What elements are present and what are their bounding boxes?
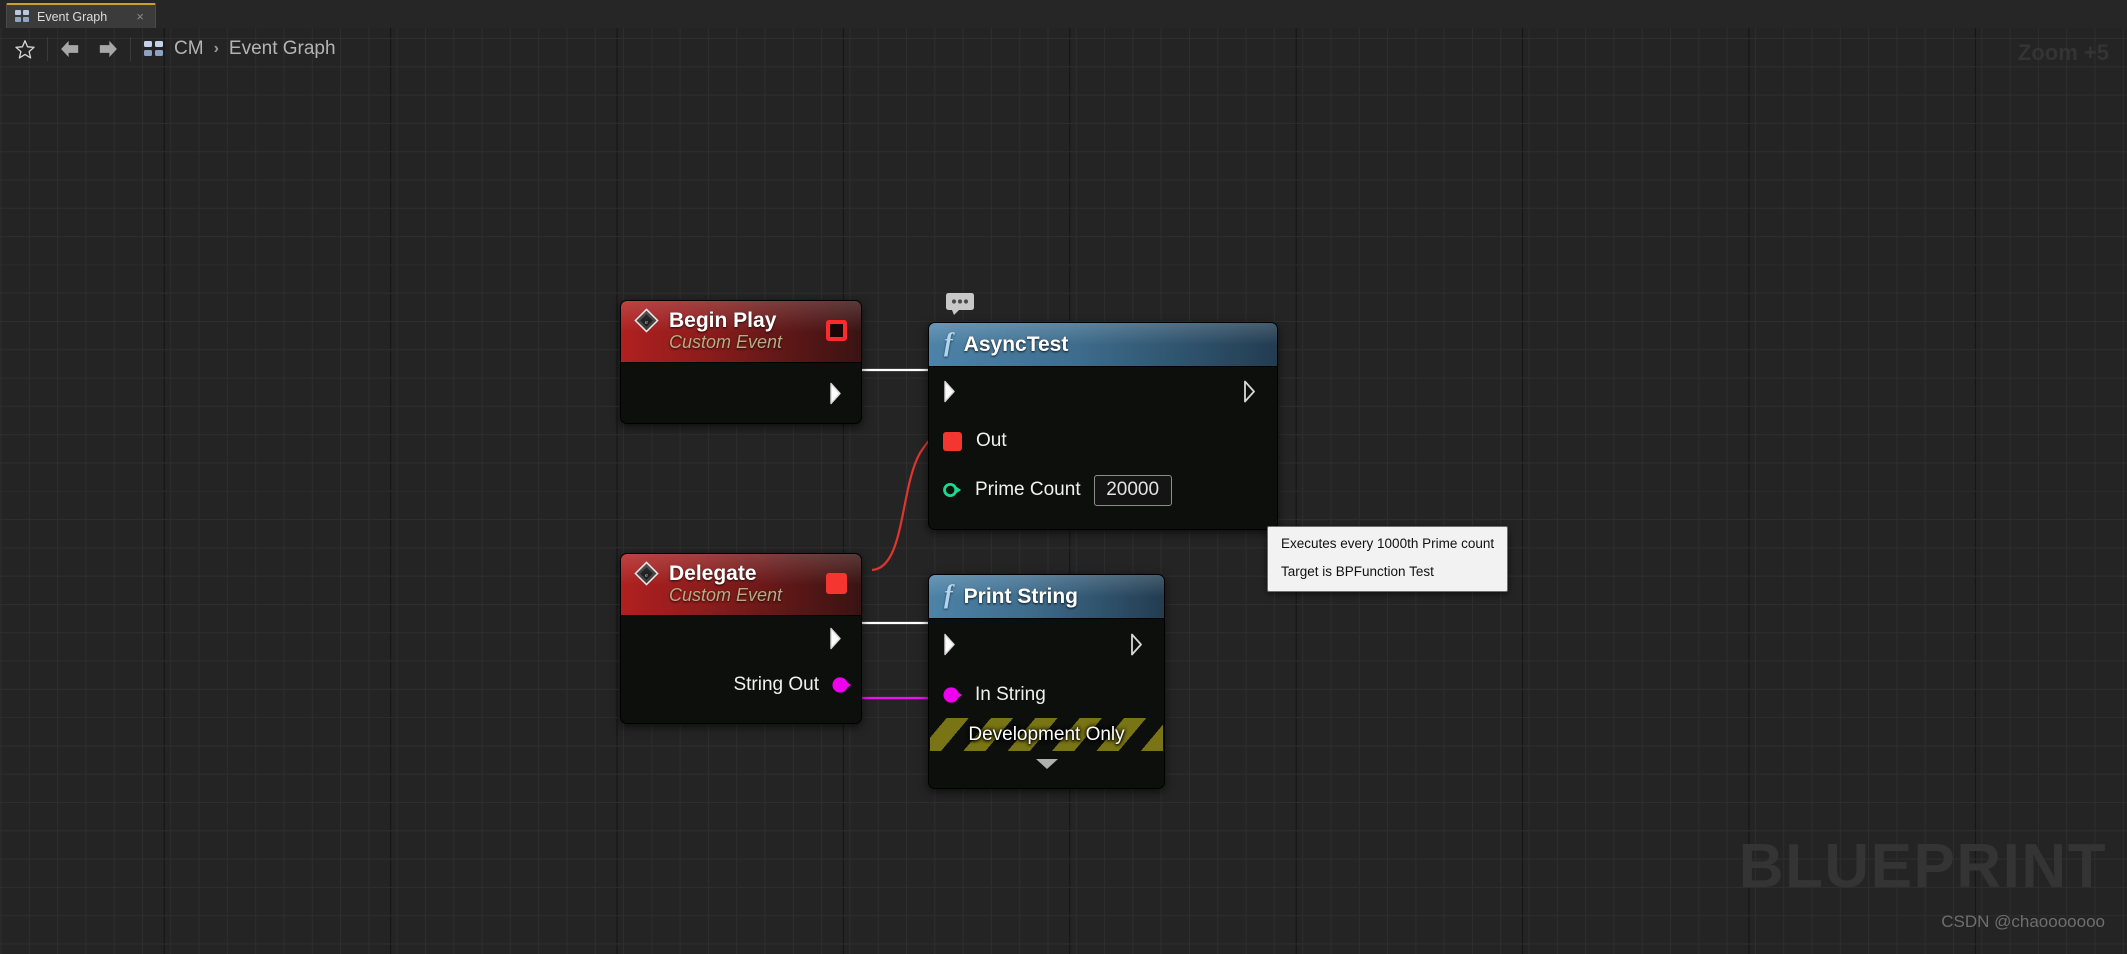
development-only-label: Development Only [968, 723, 1125, 745]
close-icon[interactable]: × [133, 8, 147, 25]
pin-string-output[interactable] [831, 675, 851, 695]
chevron-down-icon [1035, 759, 1058, 769]
comment-bubble-icon[interactable] [945, 292, 975, 315]
function-icon: f [944, 580, 953, 609]
node-begin-play[interactable]: e Begin Play Custom Event [620, 300, 862, 424]
node-subtitle: Custom Event [669, 585, 783, 605]
node-delegate[interactable]: e Delegate Custom Event String Out [620, 553, 862, 724]
toolbar-divider [47, 37, 48, 61]
chevron-right-icon: › [213, 40, 219, 57]
blueprint-graph-canvas[interactable]: e Begin Play Custom Event f AsyncTest Ou… [0, 28, 2127, 954]
tooltip: Executes every 1000th Prime count Target… [1267, 526, 1509, 592]
toolbar: CM › Event Graph [0, 28, 2127, 70]
credit-text: CSDN @chaooooooo [1941, 912, 2105, 931]
node-asynctest[interactable]: f AsyncTest Out Prime Count 20000 [928, 322, 1278, 530]
tooltip-line-2: Target is BPFunction Test [1281, 563, 1434, 579]
node-title: Delegate [669, 561, 757, 585]
event-diamond-icon: e [634, 561, 659, 586]
tab-label: Event Graph [37, 9, 108, 24]
pin-exec-output[interactable] [1243, 380, 1263, 403]
node-title: Print String [963, 584, 1079, 608]
event-diamond-icon: e [634, 308, 659, 333]
back-button[interactable] [51, 30, 89, 68]
pin-exec-input[interactable] [943, 633, 963, 656]
pin-label-in-string: In String [975, 683, 1046, 705]
node-body [621, 363, 861, 423]
breadcrumb-current[interactable]: Event Graph [229, 38, 336, 60]
function-icon: f [944, 328, 953, 357]
node-header: f Print String [929, 575, 1164, 619]
node-body: String Out [621, 616, 861, 723]
forward-button[interactable] [89, 30, 127, 68]
node-header: e Begin Play Custom Event [621, 301, 861, 363]
svg-text:e: e [645, 572, 648, 579]
pin-exec-output[interactable] [829, 382, 849, 405]
zoom-level-label: Zoom +5 [2017, 40, 2109, 65]
node-print-string[interactable]: f Print String In String Development Onl… [928, 574, 1165, 789]
node-body: Out Prime Count 20000 [929, 367, 1277, 515]
node-body: In String Development Only [929, 619, 1164, 777]
breadcrumb: CM › Event Graph [144, 38, 336, 60]
tooltip-line-1: Executes every 1000th Prime count [1281, 536, 1495, 551]
toolbar-divider-2 [130, 37, 131, 61]
star-icon [15, 39, 35, 59]
svg-text:e: e [645, 319, 648, 326]
breadcrumb-root[interactable]: CM [174, 38, 204, 60]
pin-delegate-output[interactable] [826, 573, 847, 594]
pin-in-string-input[interactable] [942, 685, 962, 705]
tab-event-graph[interactable]: Event Graph × [6, 3, 156, 28]
favorite-button[interactable] [6, 30, 44, 68]
graph-icon [144, 40, 164, 58]
node-title: AsyncTest [963, 332, 1069, 356]
arrow-left-icon [61, 40, 79, 58]
expand-node-button[interactable] [929, 751, 1164, 777]
graph-icon [15, 10, 30, 23]
pin-label-string-out: String Out [733, 674, 819, 695]
node-title: Begin Play [669, 308, 777, 332]
pin-delegate-input[interactable] [943, 431, 962, 451]
node-header: f AsyncTest [929, 323, 1277, 367]
pin-exec-output[interactable] [1130, 633, 1150, 656]
development-only-banner: Development Only [930, 718, 1163, 751]
watermark-text: BLUEPRINT [1738, 832, 2107, 901]
pin-exec-output[interactable] [829, 627, 849, 650]
pin-delegate-output[interactable] [826, 320, 847, 341]
pin-exec-input[interactable] [943, 380, 963, 403]
prime-count-input[interactable]: 20000 [1093, 474, 1172, 506]
tab-bar: Event Graph × [0, 0, 2127, 28]
node-subtitle: Custom Event [669, 332, 783, 352]
arrow-right-icon [99, 40, 117, 58]
pin-label-prime-count: Prime Count [975, 479, 1081, 500]
node-header: e Delegate Custom Event [621, 554, 861, 616]
pin-prime-count-input[interactable] [942, 480, 962, 500]
pin-label-out: Out [976, 430, 1007, 451]
